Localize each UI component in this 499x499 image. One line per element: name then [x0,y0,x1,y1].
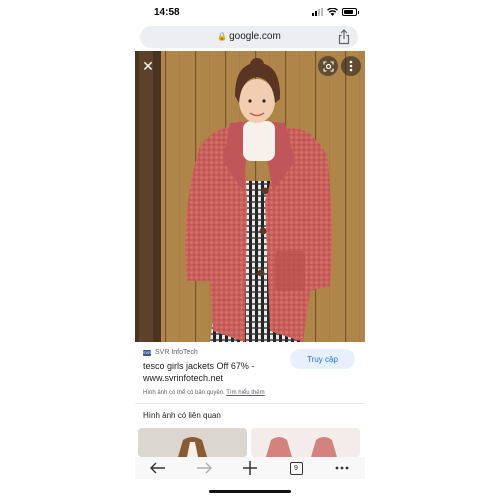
related-image-2[interactable] [251,428,360,457]
source-logo: SVR [142,349,152,356]
result-image[interactable]: ✕ [135,51,365,342]
forward-arrow-icon [197,462,212,474]
more-options-button[interactable] [341,56,361,76]
home-indicator[interactable] [209,490,291,493]
signal-icon [312,8,323,16]
result-title-link[interactable]: tesco girls jackets Off 67% - www.svrinf… [143,360,283,384]
visit-button[interactable]: Truy cập [290,349,355,369]
source-name: SVR InfoTech [155,349,198,356]
status-bar: 14:58 [135,4,365,22]
related-image-1[interactable] [138,428,247,457]
lens-button[interactable] [318,56,338,76]
wifi-icon [327,8,338,16]
close-button[interactable]: ✕ [138,56,158,76]
new-tab-button[interactable] [239,459,261,477]
back-arrow-icon [150,462,165,474]
divider [135,403,365,404]
close-icon: ✕ [142,58,154,74]
tabs-icon: 9 [289,461,303,475]
copyright-text: Hình ảnh có thể có bản quyền. [143,390,225,396]
tabs-button[interactable]: 9 [285,459,307,477]
girl-photo-illustration [135,51,365,342]
address-bar[interactable]: 🔒 google.com [140,26,358,48]
back-button[interactable] [147,459,169,477]
forward-button[interactable] [193,459,215,477]
battery-icon [342,8,359,16]
result-info: SVR SVR InfoTech tesco girls jackets Off… [143,349,363,396]
learn-more-link[interactable]: Tìm hiểu thêm [226,390,264,396]
status-time: 14:58 [154,7,180,18]
more-vert-icon [349,60,353,72]
url-display[interactable]: 🔒 google.com [140,31,358,42]
related-image-1-picture [138,428,247,457]
battery-level [344,10,353,14]
menu-button[interactable] [331,459,353,477]
related-images-heading: Hình ảnh có liên quan [143,411,221,420]
share-icon[interactable] [337,29,351,45]
status-icons [312,8,359,16]
browser-toolbar: 9 [135,457,365,479]
plus-icon [243,461,257,475]
url-text: google.com [229,31,281,42]
lens-icon [322,60,334,72]
copyright-notice: Hình ảnh có thể có bản quyền. Tìm hiểu t… [143,390,363,396]
more-horiz-icon [335,466,349,470]
related-image-2-picture [251,428,360,457]
lock-icon: 🔒 [217,32,228,41]
